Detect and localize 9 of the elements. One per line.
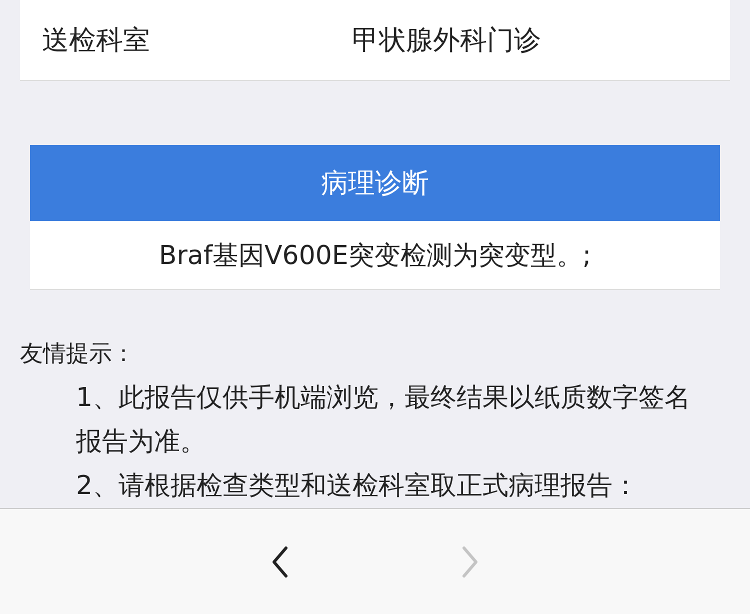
tip-text: 2、请根据检查类型和送检科室取正式病理报告：: [76, 470, 640, 503]
diagnosis-text: Braf基因V600E突变检测为突变型。;: [30, 221, 720, 290]
chevron-right-icon: [460, 544, 480, 580]
field-value: 甲状腺外科门诊: [352, 24, 541, 58]
tips-title: 友情提示：: [20, 340, 136, 369]
chevron-left-icon: [270, 544, 290, 580]
field-label: 送检科室: [41, 24, 151, 58]
section-header: 病理诊断: [30, 144, 720, 222]
tip-text: 1、此报告仅供手机端浏览，最终结果以纸质数字签名报告为准。: [76, 382, 692, 459]
